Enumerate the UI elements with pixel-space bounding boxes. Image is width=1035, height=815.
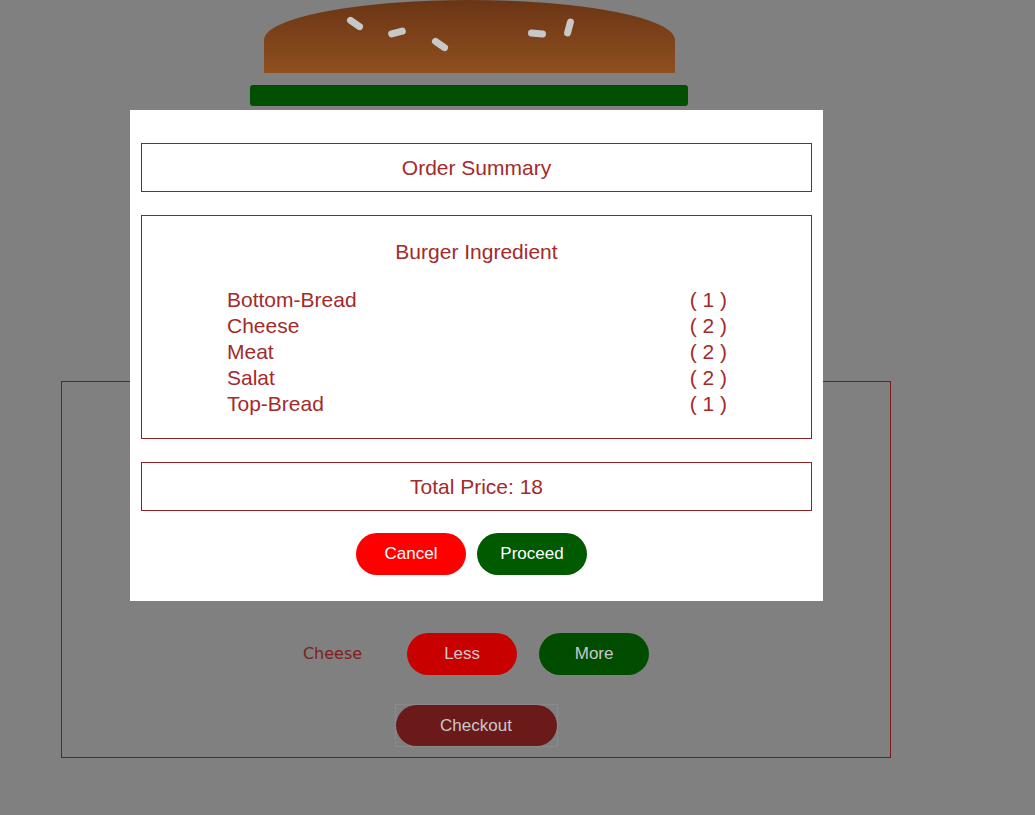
sesame-seed <box>563 18 574 37</box>
ingredient-row: Cheese ( 2 ) <box>227 313 727 339</box>
ingredient-name: Top-Bread <box>227 391 324 417</box>
modal-button[interactable]: Proceed <box>477 533 587 575</box>
sesame-seed <box>528 29 547 38</box>
ingredient-row: Salat ( 2 ) <box>227 365 727 391</box>
ingredient-count: ( 2 ) <box>690 313 727 339</box>
ingredient-count: ( 1 ) <box>690 391 727 417</box>
more-button[interactable]: More <box>539 633 649 675</box>
salad-layer <box>250 85 688 106</box>
ingredient-count: ( 2 ) <box>690 365 727 391</box>
ingredient-count: ( 1 ) <box>690 287 727 313</box>
less-button[interactable]: Less <box>407 633 517 675</box>
checkout-wrapper: Checkout <box>395 704 558 747</box>
order-summary-modal: Order Summary Burger Ingredient Bottom-Bre… <box>130 110 823 601</box>
section-title: Burger Ingredient <box>142 239 811 264</box>
control-label: Cheese <box>303 642 362 666</box>
burger-builder-page: Cheese Less More Checkout Order Summary Burge… <box>0 0 1035 815</box>
burger <box>61 0 891 106</box>
ingredients-box: Burger IngredientBottom-Bread( 1 )Cheese… <box>141 215 812 439</box>
checkout-button[interactable]: Checkout <box>396 705 557 746</box>
ingredient-row: Bottom-Bread ( 1 ) <box>227 287 727 313</box>
ingredient-row: Top-Bread ( 1 ) <box>227 391 727 417</box>
sesame-seed <box>431 36 450 52</box>
ingredient-name: Meat <box>227 339 274 365</box>
modal-button[interactable]: Cancel <box>356 533 466 575</box>
bread-top <box>264 0 675 73</box>
ingredient-name: Bottom-Bread <box>227 287 357 313</box>
ingredient-name: Cheese <box>227 313 299 339</box>
sesame-seed <box>346 15 365 31</box>
ingredient-name: Salat <box>227 365 275 391</box>
control-row: Cheese Less More <box>303 633 649 675</box>
ingredient-count: ( 2 ) <box>690 339 727 365</box>
ingredient-list: Bottom-Bread( 1 )Cheese( 2 )Meat( 2 )Sal… <box>142 287 811 417</box>
total-price: Total Price: 18 <box>141 462 812 511</box>
modal-buttons: Cancel Proceed <box>141 533 812 575</box>
ingredient-row: Meat ( 2 ) <box>227 339 727 365</box>
sesame-seed <box>387 27 406 38</box>
modal-title: Order Summary <box>141 143 812 192</box>
